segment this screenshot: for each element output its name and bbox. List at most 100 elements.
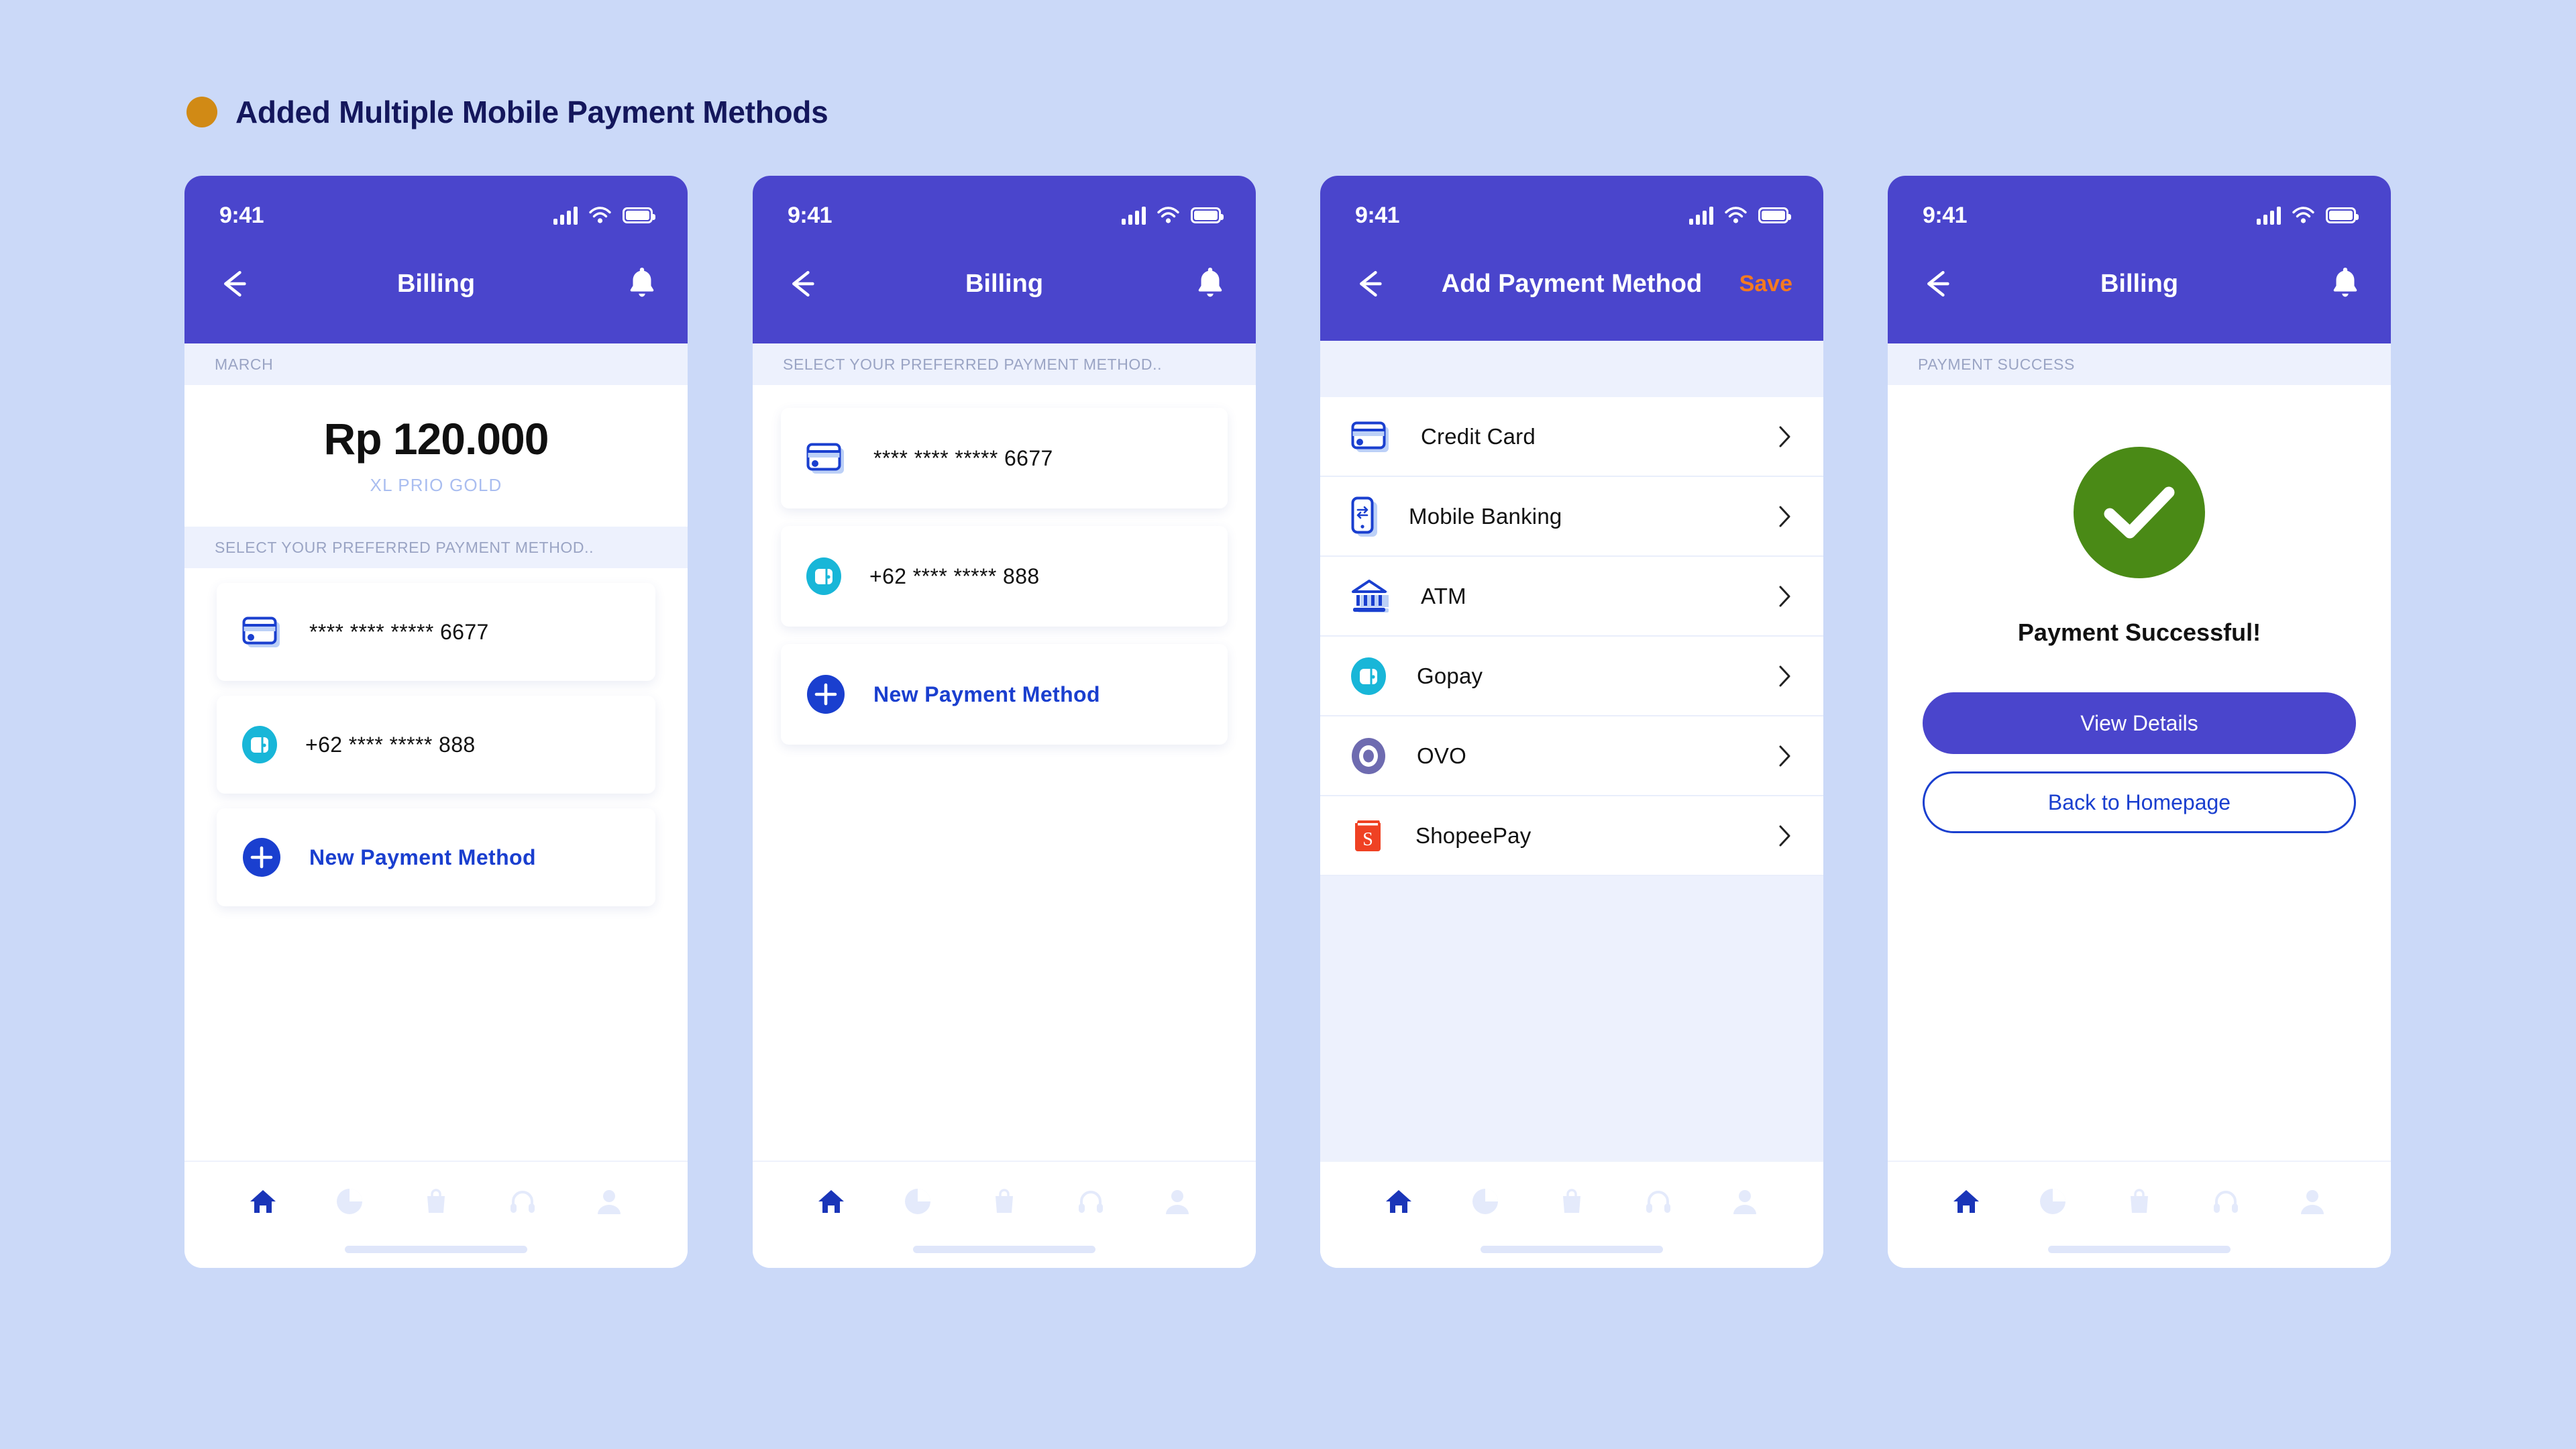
person-icon [598, 1190, 621, 1214]
payment-method-label: +62 **** ***** 888 [869, 564, 1040, 588]
payment-option-shopeepay[interactable]: S ShopeePay [1320, 796, 1823, 876]
arrow-left-icon[interactable] [215, 265, 253, 303]
amount-block: Rp 120.000 XL PRIO GOLD [184, 385, 688, 527]
canvas: Added Multiple Mobile Payment Methods 9:… [0, 0, 2576, 1449]
tab-statistics[interactable] [2009, 1187, 2096, 1216]
bell-icon[interactable] [2330, 266, 2360, 299]
wifi-icon [1725, 207, 1747, 223]
tab-support[interactable] [480, 1187, 566, 1216]
success-block: Payment Successful! View Details Back to… [1888, 385, 2391, 1161]
tab-home[interactable] [219, 1187, 306, 1216]
tab-support[interactable] [2183, 1187, 2269, 1216]
tab-shop[interactable] [1528, 1187, 1615, 1216]
tab-home[interactable] [1355, 1187, 1442, 1216]
plus-circle-icon [807, 675, 845, 714]
battery-icon [623, 207, 655, 223]
payment-method-label: New Payment Method [309, 845, 536, 869]
screen-billing-overview: 9:41 Billing MARCH Rp 120.000 XL PRIO GO… [184, 176, 688, 1268]
bell-icon[interactable] [627, 266, 657, 299]
tab-home[interactable] [788, 1187, 874, 1216]
tab-profile[interactable] [2269, 1187, 2356, 1216]
wifi-icon [1157, 207, 1179, 223]
credit-card-icon [242, 616, 280, 647]
person-icon [1166, 1190, 1189, 1214]
app-header: 9:41 [1888, 176, 2391, 343]
plus-circle-icon [243, 838, 280, 877]
plan-name: XL PRIO GOLD [370, 475, 502, 495]
page-title-row: Added Multiple Mobile Payment Methods [186, 94, 828, 130]
shopping-bag-icon [996, 1189, 1013, 1213]
payment-method-card-wallet[interactable]: +62 **** ***** 888 [781, 526, 1228, 627]
nav-bar: Billing [1888, 240, 2391, 327]
arrow-left-icon[interactable] [1351, 265, 1389, 303]
chevron-right-icon [1779, 665, 1790, 686]
wifi-icon [2292, 207, 2314, 223]
tab-home[interactable] [1923, 1187, 2009, 1216]
section-strip-select: SELECT YOUR PREFERRED PAYMENT METHOD.. [184, 527, 688, 568]
arrow-left-icon[interactable] [784, 265, 821, 303]
payment-option-mobile-banking[interactable]: Mobile Banking [1320, 477, 1823, 557]
section-strip [1320, 341, 1823, 397]
section-strip-status: PAYMENT SUCCESS [1888, 343, 2391, 385]
payment-option-credit-card[interactable]: Credit Card [1320, 397, 1823, 477]
payment-option-gopay[interactable]: Gopay [1320, 637, 1823, 716]
pie-chart-icon [1472, 1189, 1498, 1214]
bell-icon[interactable] [1195, 266, 1225, 299]
status-time: 9:41 [1355, 202, 1400, 228]
home-indicator [2048, 1246, 2231, 1253]
bill-amount: Rp 120.000 [323, 414, 549, 464]
tab-statistics[interactable] [306, 1187, 392, 1216]
pie-chart-icon [2039, 1189, 2065, 1214]
chevron-right-icon [1779, 745, 1790, 766]
payment-method-card-credit-card[interactable]: **** **** ***** 6677 [217, 583, 655, 681]
screen-payment-success: 9:41 Billing PAYMENT SUCCESS Payment Suc… [1888, 176, 2391, 1268]
person-icon [2301, 1190, 2324, 1214]
payment-method-card-credit-card[interactable]: **** **** ***** 6677 [781, 408, 1228, 508]
payment-method-card-new[interactable]: New Payment Method [217, 808, 655, 906]
strip-label: SELECT YOUR PREFERRED PAYMENT METHOD.. [215, 538, 594, 556]
home-icon [250, 1190, 276, 1213]
status-icons [2257, 206, 2359, 225]
status-time: 9:41 [788, 202, 833, 228]
strip-label: PAYMENT SUCCESS [1918, 355, 2075, 373]
page-title: Added Multiple Mobile Payment Methods [235, 95, 828, 129]
payment-method-card-wallet[interactable]: +62 **** ***** 888 [217, 696, 655, 794]
credit-card-icon [806, 443, 844, 474]
payment-option-ovo[interactable]: OVO [1320, 716, 1823, 796]
tab-profile[interactable] [1134, 1187, 1221, 1216]
nav-title: Billing [965, 269, 1044, 298]
tab-profile[interactable] [1702, 1187, 1788, 1216]
tab-shop[interactable] [2096, 1187, 2182, 1216]
payment-method-card-new[interactable]: New Payment Method [781, 644, 1228, 745]
signal-icon [1122, 206, 1146, 225]
bottom-tab-bar [753, 1161, 1256, 1268]
payment-option-label: Credit Card [1421, 423, 1536, 449]
chevron-right-icon [1779, 586, 1790, 606]
pie-chart-icon [336, 1189, 362, 1214]
tab-statistics[interactable] [1442, 1187, 1528, 1216]
shopping-bag-icon [2131, 1189, 2148, 1213]
headphones-icon [1079, 1191, 1104, 1213]
payment-method-label: **** **** ***** 6677 [309, 619, 489, 644]
back-to-homepage-button[interactable]: Back to Homepage [1923, 771, 2356, 833]
view-details-button[interactable]: View Details [1923, 692, 2356, 754]
tab-support[interactable] [1615, 1187, 1702, 1216]
screen-body: Payment Successful! View Details Back to… [1888, 385, 2391, 1161]
payment-method-label: **** **** ***** 6677 [873, 445, 1053, 470]
wallet-icon [806, 557, 841, 595]
bottom-tab-bar [184, 1161, 688, 1268]
payment-option-label: ShopeePay [1415, 822, 1532, 848]
payment-option-atm[interactable]: ATM [1320, 557, 1823, 637]
tab-statistics[interactable] [874, 1187, 961, 1216]
tab-shop[interactable] [961, 1187, 1047, 1216]
tab-support[interactable] [1048, 1187, 1134, 1216]
tab-profile[interactable] [566, 1187, 653, 1216]
svg-text:S: S [1362, 829, 1373, 850]
signal-icon [1689, 206, 1713, 225]
screen-add-payment-method: 9:41 Add Payment Method Save Credit Card… [1320, 176, 1823, 1268]
screen-select-payment-method: 9:41 Billing SELECT YOUR PREFERRED PAYME… [753, 176, 1256, 1268]
arrow-left-icon[interactable] [1919, 265, 1956, 303]
pie-chart-icon [904, 1189, 930, 1214]
save-button[interactable]: Save [1739, 271, 1792, 297]
tab-shop[interactable] [392, 1187, 479, 1216]
